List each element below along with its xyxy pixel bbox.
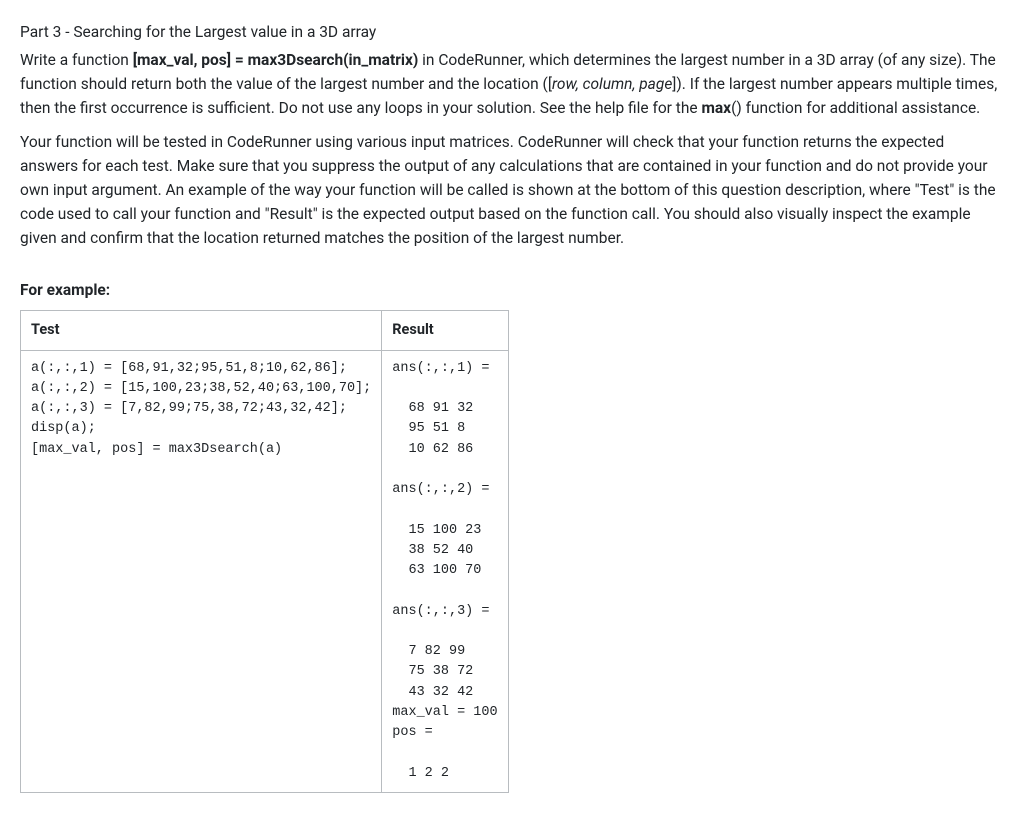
location-format: row, column, page: [552, 75, 672, 93]
intro-mid3: () function for additional assistance.: [731, 99, 980, 117]
header-result: Result: [382, 311, 508, 350]
max-keyword: max: [701, 99, 731, 117]
testing-paragraph: Your function will be tested in CodeRunn…: [20, 130, 1004, 250]
intro-prefix: Write a function: [20, 51, 133, 69]
example-table: Test Result a(:,:,1) = [68,91,32;95,51,8…: [20, 310, 509, 793]
table-row: a(:,:,1) = [68,91,32;95,51,8;10,62,86]; …: [21, 350, 509, 792]
example-label: For example:: [20, 278, 1004, 302]
result-cell: ans(:,:,1) = 68 91 32 95 51 8 10 62 86 a…: [382, 350, 508, 792]
table-header-row: Test Result: [21, 311, 509, 350]
intro-paragraph: Write a function [max_val, pos] = max3Ds…: [20, 48, 1004, 120]
part-title: Part 3 - Searching for the Largest value…: [20, 20, 1004, 44]
header-test: Test: [21, 311, 382, 350]
test-code-cell: a(:,:,1) = [68,91,32;95,51,8;10,62,86]; …: [21, 350, 382, 792]
function-signature: [max_val, pos] = max3Dsearch(in_matrix): [133, 51, 419, 69]
